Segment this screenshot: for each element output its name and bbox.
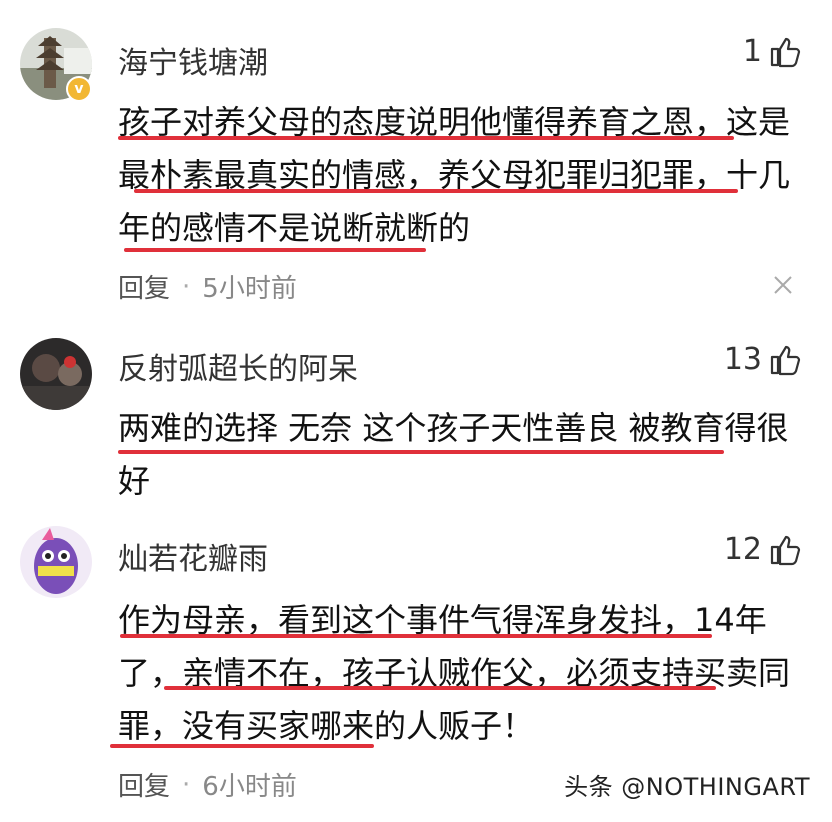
avatar[interactable] — [20, 338, 92, 410]
highlight-underline — [164, 686, 716, 690]
highlight-underline — [118, 450, 724, 454]
like-button[interactable]: 12 — [724, 532, 802, 567]
comment-line: 孩子对养父母的态度说明他懂得养育之恩，这是 — [118, 103, 791, 141]
thumbs-up-icon — [770, 37, 801, 67]
reply-button[interactable]: 回复 — [118, 766, 170, 803]
watermark: 头条 @NOTHINGART — [564, 773, 810, 801]
highlight-underline — [120, 634, 712, 638]
highlight-underline — [110, 744, 374, 748]
timestamp: 5小时前 — [202, 274, 297, 304]
thumbs-up-icon — [770, 535, 801, 565]
comment-line: 作为母亲，看到这个事件气得浑身发抖，14年 — [118, 601, 767, 639]
reply-button[interactable]: 回复 — [118, 268, 170, 305]
separator-dot: · — [182, 271, 191, 302]
like-button[interactable]: 1 — [743, 34, 802, 69]
comment-line: 两难的选择 无奈 这个孩子天性善良 被教育得很 — [118, 409, 789, 447]
like-count: 12 — [723, 532, 762, 567]
comment-text: 孩子对养父母的态度说明他懂得养育之恩，这是 最朴素最真实的情感，养父母犯罪归犯罪… — [118, 96, 798, 255]
separator-dot: · — [182, 769, 191, 800]
comment-text: 作为母亲，看到这个事件气得浑身发抖，14年 了，亲情不在，孩子认贼作父，必须支持… — [118, 594, 798, 753]
timestamp: 6小时前 — [202, 772, 297, 802]
highlight-underline — [118, 136, 734, 140]
comment-line: 了，亲情不在，孩子认贼作父，必须支持买卖同 — [118, 654, 791, 692]
username[interactable]: 灿若花瓣雨 — [118, 534, 268, 578]
verified-badge-icon: v — [66, 76, 92, 102]
username[interactable]: 反射弧超长的阿呆 — [118, 344, 358, 388]
like-count: 13 — [723, 342, 762, 377]
like-button[interactable]: 13 — [724, 342, 802, 377]
thumbs-up-icon — [770, 345, 801, 375]
comment-line: 好 — [118, 462, 151, 500]
avatar[interactable] — [20, 526, 92, 598]
comment-text: 两难的选择 无奈 这个孩子天性善良 被教育得很 好 — [118, 402, 798, 508]
highlight-underline — [134, 189, 738, 193]
comment-meta: 回复 · 6小时前 — [118, 766, 297, 803]
comment-meta: 回复 · 5小时前 — [118, 268, 297, 305]
close-icon[interactable] — [772, 274, 794, 296]
comment-item: 反射弧超长的阿呆 13 两难的选择 无奈 这个孩子天性善良 被教育得很 好 — [0, 330, 832, 510]
comment-line: 最朴素最真实的情感，养父母犯罪归犯罪，十几 — [118, 156, 791, 194]
highlight-underline — [124, 248, 426, 252]
username[interactable]: 海宁钱塘潮 — [118, 38, 268, 82]
like-count: 1 — [742, 34, 762, 69]
comment-item: v 海宁钱塘潮 1 孩子对养父母的态度说明他懂得养育之恩，这是 最朴素最真实的情… — [0, 0, 832, 330]
